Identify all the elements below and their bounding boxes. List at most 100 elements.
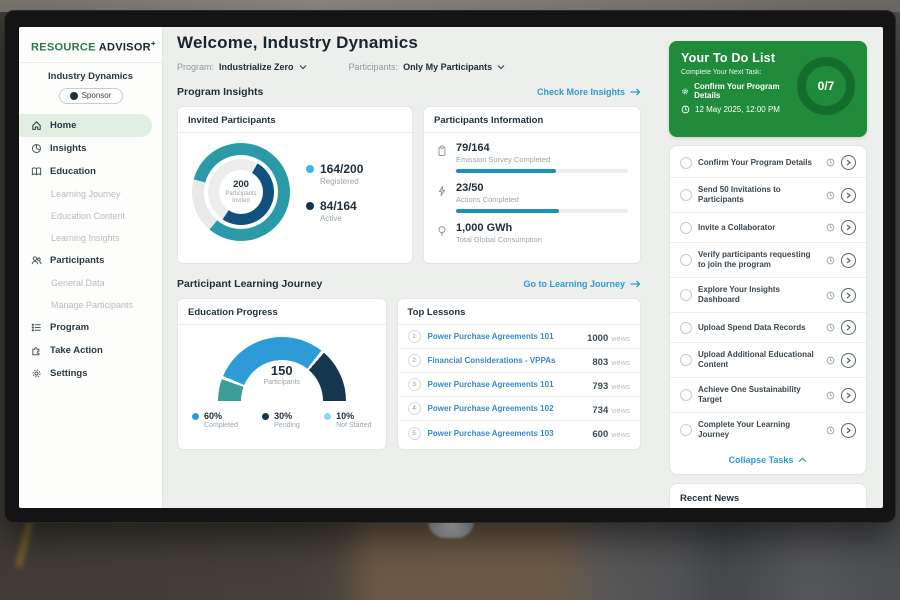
task-row-complete-learning-journey[interactable]: Complete Your Learning Journey — [670, 413, 866, 447]
task-row-invite-collaborator[interactable]: Invite a Collaborator — [670, 213, 866, 243]
task-row-achieve-target[interactable]: Achieve One Sustainability Target — [670, 378, 866, 413]
participants-select-value: Only My Participants — [403, 62, 492, 72]
gauge-legend: 60% Completed 30% Pending — [178, 401, 386, 429]
sidebar-item-manage-participants[interactable]: Manage Participants — [19, 294, 162, 316]
sidebar-item-settings[interactable]: Settings — [19, 362, 162, 385]
todo-tasks-card: Confirm Your Program Details Send 50 Inv… — [669, 145, 867, 475]
check-more-insights-link[interactable]: Check More Insights — [537, 87, 641, 97]
actions-label: Actions Completed — [456, 195, 628, 204]
task-label: Upload Spend Data Records — [698, 323, 820, 333]
brand-primary: RESOURCE — [31, 42, 96, 54]
sidebar-item-insights[interactable]: Insights — [19, 137, 162, 160]
clock-icon — [826, 323, 835, 332]
collapse-tasks-link[interactable]: Collapse Tasks — [670, 447, 866, 472]
page-title: Welcome, Industry Dynamics — [177, 33, 641, 53]
go-to-learning-journey-label: Go to Learning Journey — [523, 279, 625, 289]
go-to-learning-journey-link[interactable]: Go to Learning Journey — [523, 279, 641, 289]
task-row-verify-participants[interactable]: Verify participants requesting to join t… — [670, 243, 866, 278]
sidebar-item-education-content[interactable]: Education Content — [19, 205, 162, 227]
task-checkbox[interactable] — [680, 157, 692, 169]
task-row-explore-insights[interactable]: Explore Your Insights Dashboard — [670, 278, 866, 313]
task-open-button[interactable] — [841, 423, 856, 438]
sidebar-item-learning-insights[interactable]: Learning Insights — [19, 227, 162, 249]
not-started-label: Not Started — [336, 422, 371, 429]
chevron-right-icon — [846, 224, 851, 231]
education-progress-title: Education Progress — [178, 299, 386, 325]
not-started-pct: 10% — [336, 411, 371, 421]
task-checkbox[interactable] — [680, 189, 692, 201]
participants-select[interactable]: Participants: Only My Participants — [349, 62, 506, 72]
active-label: Active — [320, 214, 357, 223]
lesson-rank: 2 — [408, 354, 421, 367]
sidebar-item-program[interactable]: Program — [19, 316, 162, 339]
clock-icon — [826, 391, 835, 400]
lesson-link[interactable]: Financial Considerations - VPPAs — [428, 356, 586, 365]
pinfo-row-actions: 23/50 Actions Completed — [424, 173, 640, 213]
task-row-upload-educational-content[interactable]: Upload Additional Educational Content — [670, 343, 866, 378]
gear-icon — [681, 87, 689, 96]
education-icon — [31, 166, 42, 177]
gauge-center-label: Participants — [218, 379, 346, 386]
not-started-dot-icon — [324, 413, 331, 420]
task-checkbox[interactable] — [680, 389, 692, 401]
survey-value: 79/164 — [456, 142, 628, 154]
task-checkbox[interactable] — [680, 254, 692, 266]
lesson-row: 2 Financial Considerations - VPPAs 803vi… — [398, 349, 640, 373]
sidebar-item-education[interactable]: Education — [19, 160, 162, 183]
task-open-button[interactable] — [841, 353, 856, 368]
org-name: Industry Dynamics — [19, 71, 162, 82]
completed-dot-icon — [192, 413, 199, 420]
task-open-button[interactable] — [841, 220, 856, 235]
task-open-button[interactable] — [841, 253, 856, 268]
todo-subtitle: Complete Your Next Task: — [681, 69, 797, 76]
task-checkbox[interactable] — [680, 424, 692, 436]
todo-column: Your To Do List Complete Your Next Task:… — [655, 27, 883, 508]
lesson-link[interactable]: Power Purchase Agreements 102 — [428, 404, 586, 413]
settings-icon — [31, 368, 42, 379]
sidebar-item-take-action[interactable]: Take Action — [19, 339, 162, 362]
task-open-button[interactable] — [841, 320, 856, 335]
invited-participants-card: Invited Participants 200 Participants In… — [177, 106, 413, 264]
lesson-link[interactable]: Power Purchase Agreements 101 — [428, 380, 586, 389]
clock-icon — [826, 356, 835, 365]
task-row-send-invitations[interactable]: Send 50 Invitations to Participants — [670, 178, 866, 213]
lesson-link[interactable]: Power Purchase Agreements 103 — [428, 429, 586, 438]
survey-label: Emission Survey Completed — [456, 155, 628, 164]
task-checkbox[interactable] — [680, 322, 692, 334]
sidebar-item-home[interactable]: Home — [19, 114, 152, 137]
sidebar-item-learning-journey[interactable]: Learning Journey — [19, 183, 162, 205]
clock-icon — [826, 223, 835, 232]
task-open-button[interactable] — [841, 288, 856, 303]
program-select[interactable]: Program: Industrialize Zero — [177, 62, 307, 72]
lesson-views: 803 — [592, 357, 608, 368]
sidebar-item-participants[interactable]: Participants — [19, 249, 162, 272]
lesson-link[interactable]: Power Purchase Agreements 101 — [428, 332, 581, 341]
task-open-button[interactable] — [841, 388, 856, 403]
task-checkbox[interactable] — [680, 222, 692, 234]
sidebar-item-general-data[interactable]: General Data — [19, 272, 162, 294]
sidebar-item-label: Program — [50, 322, 89, 333]
task-row-confirm-program[interactable]: Confirm Your Program Details — [670, 148, 866, 178]
clock-icon — [826, 291, 835, 300]
collapse-tasks-label: Collapse Tasks — [729, 455, 794, 465]
task-row-upload-spend-data[interactable]: Upload Spend Data Records — [670, 313, 866, 343]
task-open-button[interactable] — [841, 188, 856, 203]
participants-icon — [31, 255, 42, 266]
sidebar-subitem-label: General Data — [51, 278, 105, 288]
actions-value: 23/50 — [456, 182, 628, 194]
top-lessons-title: Top Lessons — [398, 299, 640, 325]
lesson-views: 600 — [592, 429, 608, 440]
task-label: Confirm Your Program Details — [698, 158, 820, 168]
sponsor-icon — [70, 92, 78, 100]
brand-logo[interactable]: RESOURCE ADVISOR+ — [19, 37, 162, 63]
invited-participants-title: Invited Participants — [178, 107, 412, 133]
task-checkbox[interactable] — [680, 354, 692, 366]
task-checkbox[interactable] — [680, 289, 692, 301]
chevron-right-icon — [846, 159, 851, 166]
lesson-rank: 3 — [408, 378, 421, 391]
task-open-button[interactable] — [841, 155, 856, 170]
registered-dot-icon — [306, 165, 314, 173]
arrow-right-icon — [630, 280, 641, 288]
consumption-label: Total Global Consumption — [456, 235, 542, 244]
task-label: Send 50 Invitations to Participants — [698, 185, 820, 205]
